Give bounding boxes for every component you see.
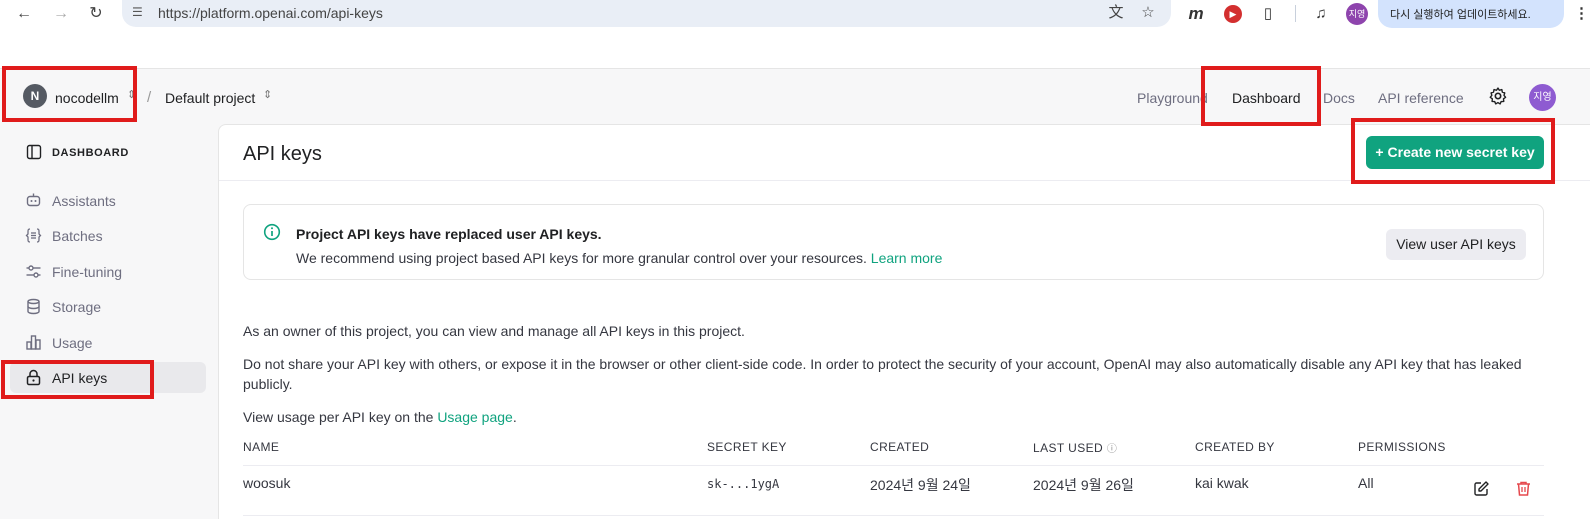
sidebar-item-batches[interactable]: Batches bbox=[10, 220, 206, 251]
usage-hint-suffix: . bbox=[512, 409, 517, 425]
gear-icon[interactable] bbox=[1488, 86, 1508, 106]
sidebar-item-label: Usage bbox=[52, 335, 93, 351]
info-circle-icon[interactable]: ⓘ bbox=[1107, 444, 1117, 455]
cell-created-by: kai kwak bbox=[1195, 475, 1249, 491]
table-row-divider bbox=[243, 515, 1544, 516]
extension-m-icon[interactable]: m bbox=[1185, 3, 1207, 25]
view-user-api-keys-button[interactable]: View user API keys bbox=[1386, 229, 1526, 260]
column-header-secret-key[interactable]: SECRET KEY bbox=[707, 440, 787, 454]
url-text[interactable]: https://platform.openai.com/api-keys bbox=[158, 5, 383, 21]
robot-icon bbox=[26, 193, 41, 207]
security-warning: Do not share your API key with others, o… bbox=[243, 356, 1522, 392]
user-avatar[interactable]: 지영 bbox=[1529, 84, 1556, 111]
app-shell: N nocodellm ⇕ / Default project ⇕ Playgr… bbox=[0, 68, 1590, 519]
usage-hint-prefix: View usage per API key on the bbox=[243, 409, 434, 425]
bar-chart-icon bbox=[26, 335, 41, 350]
browser-toolbar: ← → ↻ ☰ https://platform.openai.com/api-… bbox=[0, 0, 1590, 28]
table-header-divider bbox=[243, 465, 1544, 466]
update-button[interactable]: 다시 실행하여 업데이트하세요. bbox=[1378, 0, 1564, 28]
info-banner-text: We recommend using project based API key… bbox=[296, 250, 867, 266]
column-header-last-used[interactable]: LAST USED ⓘ bbox=[1033, 440, 1117, 455]
create-secret-key-label: Create new secret key bbox=[1387, 144, 1535, 160]
browser-menu-icon[interactable]: ⋮ bbox=[1574, 4, 1589, 22]
nav-api-reference[interactable]: API reference bbox=[1378, 90, 1464, 106]
address-bar[interactable]: ☰ https://platform.openai.com/api-keys bbox=[122, 0, 1171, 27]
sidebar-panel-icon[interactable] bbox=[26, 144, 42, 160]
toolbar-divider bbox=[1295, 5, 1296, 22]
database-icon bbox=[27, 298, 40, 315]
back-icon[interactable]: ← bbox=[14, 4, 34, 24]
edit-icon[interactable] bbox=[1473, 480, 1490, 497]
learn-more-link[interactable]: Learn more bbox=[871, 250, 943, 266]
site-settings-icon[interactable]: ☰ bbox=[132, 5, 148, 21]
chevron-updown-icon[interactable]: ⇕ bbox=[263, 88, 272, 101]
sidebar-item-label: Assistants bbox=[52, 193, 116, 209]
nav-docs[interactable]: Docs bbox=[1323, 90, 1355, 106]
extensions-puzzle-icon[interactable]: ▯ bbox=[1257, 3, 1279, 25]
reload-icon[interactable]: ↻ bbox=[86, 4, 106, 24]
info-banner: Project API keys have replaced user API … bbox=[243, 204, 1544, 280]
sidebar-item-assistants[interactable]: Assistants bbox=[10, 185, 206, 216]
trash-icon[interactable] bbox=[1515, 480, 1532, 497]
sliders-icon bbox=[26, 265, 41, 278]
top-nav: N nocodellm ⇕ / Default project ⇕ Playgr… bbox=[0, 69, 1590, 124]
browser-profile-avatar[interactable]: 지영 bbox=[1346, 3, 1368, 25]
sidebar-item-label: Storage bbox=[52, 299, 102, 315]
usage-hint: View usage per API key on the Usage page… bbox=[243, 407, 517, 427]
cell-last-used: 2024년 9월 26일 bbox=[1033, 477, 1134, 493]
cell-permissions: All bbox=[1358, 475, 1374, 491]
sidebar-item-label: Batches bbox=[52, 228, 103, 244]
project-switcher[interactable]: Default project bbox=[165, 90, 255, 106]
sidebar-heading-label: DASHBOARD bbox=[52, 147, 129, 159]
nav-dashboard[interactable]: Dashboard bbox=[1232, 90, 1301, 106]
info-banner-body: We recommend using project based API key… bbox=[296, 250, 942, 266]
sidebar-item-label: Fine-tuning bbox=[52, 264, 123, 280]
main-panel: API keys + Create new secret key Project … bbox=[218, 124, 1590, 519]
sidebar-item-storage[interactable]: Storage bbox=[10, 291, 206, 322]
media-queue-icon[interactable]: ♫ bbox=[1310, 3, 1332, 25]
owner-description: As an owner of this project, you can vie… bbox=[243, 323, 745, 339]
extension-play-icon[interactable]: ▶ bbox=[1224, 5, 1242, 23]
breadcrumb-separator: / bbox=[147, 89, 152, 106]
column-header-permissions[interactable]: PERMISSIONS bbox=[1358, 440, 1446, 454]
translate-icon[interactable]: 文 bbox=[1106, 3, 1126, 23]
nav-playground[interactable]: Playground bbox=[1137, 90, 1208, 106]
column-header-created[interactable]: CREATED bbox=[870, 440, 929, 454]
column-header-label: LAST USED bbox=[1033, 441, 1104, 455]
sidebar-item-api-keys[interactable]: API keys bbox=[10, 362, 206, 393]
sidebar-item-usage[interactable]: Usage bbox=[10, 327, 206, 358]
forward-icon[interactable]: → bbox=[51, 4, 71, 24]
info-circle-icon bbox=[263, 223, 281, 241]
create-secret-key-button[interactable]: + Create new secret key bbox=[1366, 136, 1544, 169]
chevron-updown-icon[interactable]: ⇕ bbox=[127, 88, 136, 101]
sidebar-item-label: API keys bbox=[52, 370, 108, 386]
cell-created: 2024년 9월 24일 bbox=[870, 477, 971, 493]
bookmark-star-icon[interactable]: ☆ bbox=[1138, 3, 1158, 23]
batches-icon bbox=[25, 228, 42, 243]
sidebar: DASHBOARD Assistants Batches Fine-tuning… bbox=[0, 124, 218, 519]
org-avatar[interactable]: N bbox=[23, 84, 47, 108]
cell-name: woosuk bbox=[243, 475, 291, 491]
column-header-name[interactable]: NAME bbox=[243, 440, 279, 454]
plus-icon: + bbox=[1375, 144, 1384, 160]
info-banner-title: Project API keys have replaced user API … bbox=[296, 226, 602, 242]
lock-icon bbox=[26, 369, 41, 386]
page-header: API keys + Create new secret key bbox=[219, 125, 1590, 181]
sidebar-item-fine-tuning[interactable]: Fine-tuning bbox=[10, 256, 206, 287]
org-switcher[interactable]: nocodellm bbox=[55, 90, 119, 106]
cell-secret-key: sk-...1ygA bbox=[707, 477, 780, 491]
column-header-created-by[interactable]: CREATED BY bbox=[1195, 440, 1275, 454]
page-title: API keys bbox=[243, 143, 322, 165]
usage-page-link[interactable]: Usage page bbox=[437, 409, 513, 425]
